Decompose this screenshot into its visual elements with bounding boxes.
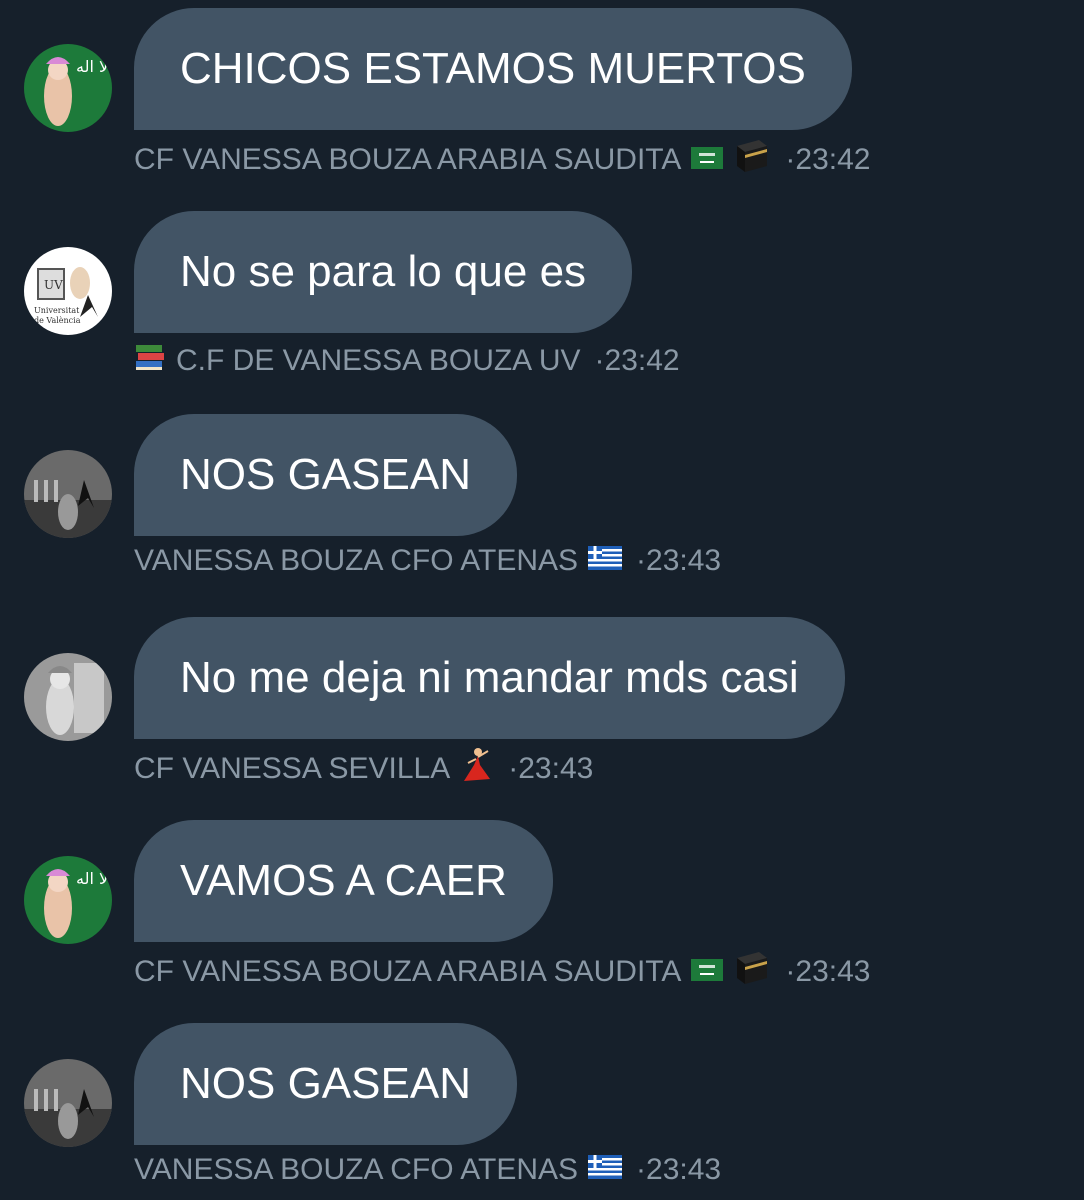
- avatar[interactable]: [24, 653, 112, 741]
- message-meta: VANESSA BOUZA CFO ATENAS ·23:43: [134, 1153, 721, 1187]
- greece-flag-icon: [588, 544, 623, 578]
- message-row: No me deja ni mandar mds casi CF VANESSA…: [0, 617, 1084, 820]
- sender-name[interactable]: VANESSA BOUZA CFO ATENAS: [134, 544, 578, 578]
- avatar-atenas-icon: [24, 1059, 112, 1147]
- message-time: ·23:43: [508, 752, 594, 785]
- message-text: No se para lo que es: [180, 247, 587, 296]
- sender-name[interactable]: CF VANESSA SEVILLA: [134, 752, 450, 786]
- greece-flag-icon: [588, 1153, 623, 1187]
- saudi-flag-icon: [691, 143, 724, 177]
- avatar[interactable]: [24, 1059, 112, 1147]
- message-meta: CF VANESSA BOUZA ARABIA SAUDITA ·23:43: [134, 950, 870, 994]
- kaaba-icon: [733, 950, 771, 994]
- avatar-sevilla-icon: [24, 653, 112, 741]
- saudi-flag-icon: [691, 955, 724, 989]
- message-bubble[interactable]: NOS GASEAN: [134, 414, 517, 536]
- svg-text:Universitat: Universitat: [34, 306, 80, 315]
- sender-name[interactable]: C.F DE VANESSA BOUZA UV: [176, 344, 581, 378]
- message-row: ﻻ اله CHICOS ESTAMOS MUERTOS CF VANESSA …: [0, 8, 1084, 211]
- message-time: ·23:42: [785, 143, 871, 176]
- message-text: No me deja ni mandar mds casi: [180, 653, 799, 702]
- message-text: VAMOS A CAER: [180, 856, 507, 905]
- svg-text:de València: de València: [34, 316, 81, 325]
- message-time: ·23:43: [636, 544, 722, 577]
- message-time: ·23:43: [636, 1153, 722, 1186]
- message-row: NOS GASEAN VANESSA BOUZA CFO ATENAS ·23:…: [0, 1023, 1084, 1200]
- sender-name[interactable]: CF VANESSA BOUZA ARABIA SAUDITA: [134, 955, 681, 989]
- sender-name[interactable]: CF VANESSA BOUZA ARABIA SAUDITA: [134, 143, 681, 177]
- message-meta: CF VANESSA SEVILLA ·23:43: [134, 747, 593, 791]
- avatar[interactable]: [24, 450, 112, 538]
- svg-text:ﻻ اله: ﻻ اله: [76, 869, 108, 888]
- sender-name[interactable]: VANESSA BOUZA CFO ATENAS: [134, 1153, 578, 1187]
- message-text: NOS GASEAN: [180, 1059, 471, 1108]
- message-text: CHICOS ESTAMOS MUERTOS: [180, 44, 806, 93]
- avatar-university-icon: UV Universitat de València: [24, 247, 112, 335]
- message-row: UV Universitat de València No se para lo…: [0, 211, 1084, 414]
- dancer-icon: [460, 747, 494, 791]
- message-meta: VANESSA BOUZA CFO ATENAS ·23:43: [134, 544, 721, 578]
- kaaba-icon: [733, 138, 771, 182]
- message-row: NOS GASEAN VANESSA BOUZA CFO ATENAS ·23:…: [0, 414, 1084, 617]
- message-text: NOS GASEAN: [180, 450, 471, 499]
- message-time: ·23:43: [785, 955, 871, 988]
- svg-text:ﻻ اله: ﻻ اله: [76, 57, 108, 76]
- message-row: ﻻ اله VAMOS A CAER CF VANESSA BOUZA ARAB…: [0, 820, 1084, 1023]
- message-meta: CF VANESSA BOUZA ARABIA SAUDITA ·23:42: [134, 138, 870, 182]
- message-bubble[interactable]: NOS GASEAN: [134, 1023, 517, 1145]
- message-bubble[interactable]: No se para lo que es: [134, 211, 633, 333]
- chat-thread: ﻻ اله CHICOS ESTAMOS MUERTOS CF VANESSA …: [0, 0, 1084, 1200]
- avatar-atenas-icon: [24, 450, 112, 538]
- svg-text:UV: UV: [44, 278, 63, 292]
- avatar[interactable]: UV Universitat de València: [24, 247, 112, 335]
- avatar[interactable]: ﻻ اله: [24, 856, 112, 944]
- avatar-saudi-icon: ﻻ اله: [24, 856, 112, 944]
- avatar-saudi-icon: ﻻ اله: [24, 44, 112, 132]
- message-time: ·23:42: [594, 344, 680, 377]
- message-bubble[interactable]: No me deja ni mandar mds casi: [134, 617, 845, 739]
- avatar[interactable]: ﻻ اله: [24, 44, 112, 132]
- message-bubble[interactable]: CHICOS ESTAMOS MUERTOS: [134, 8, 852, 130]
- books-icon: [134, 341, 166, 381]
- message-bubble[interactable]: VAMOS A CAER: [134, 820, 553, 942]
- message-meta: C.F DE VANESSA BOUZA UV ·23:42: [134, 341, 680, 381]
